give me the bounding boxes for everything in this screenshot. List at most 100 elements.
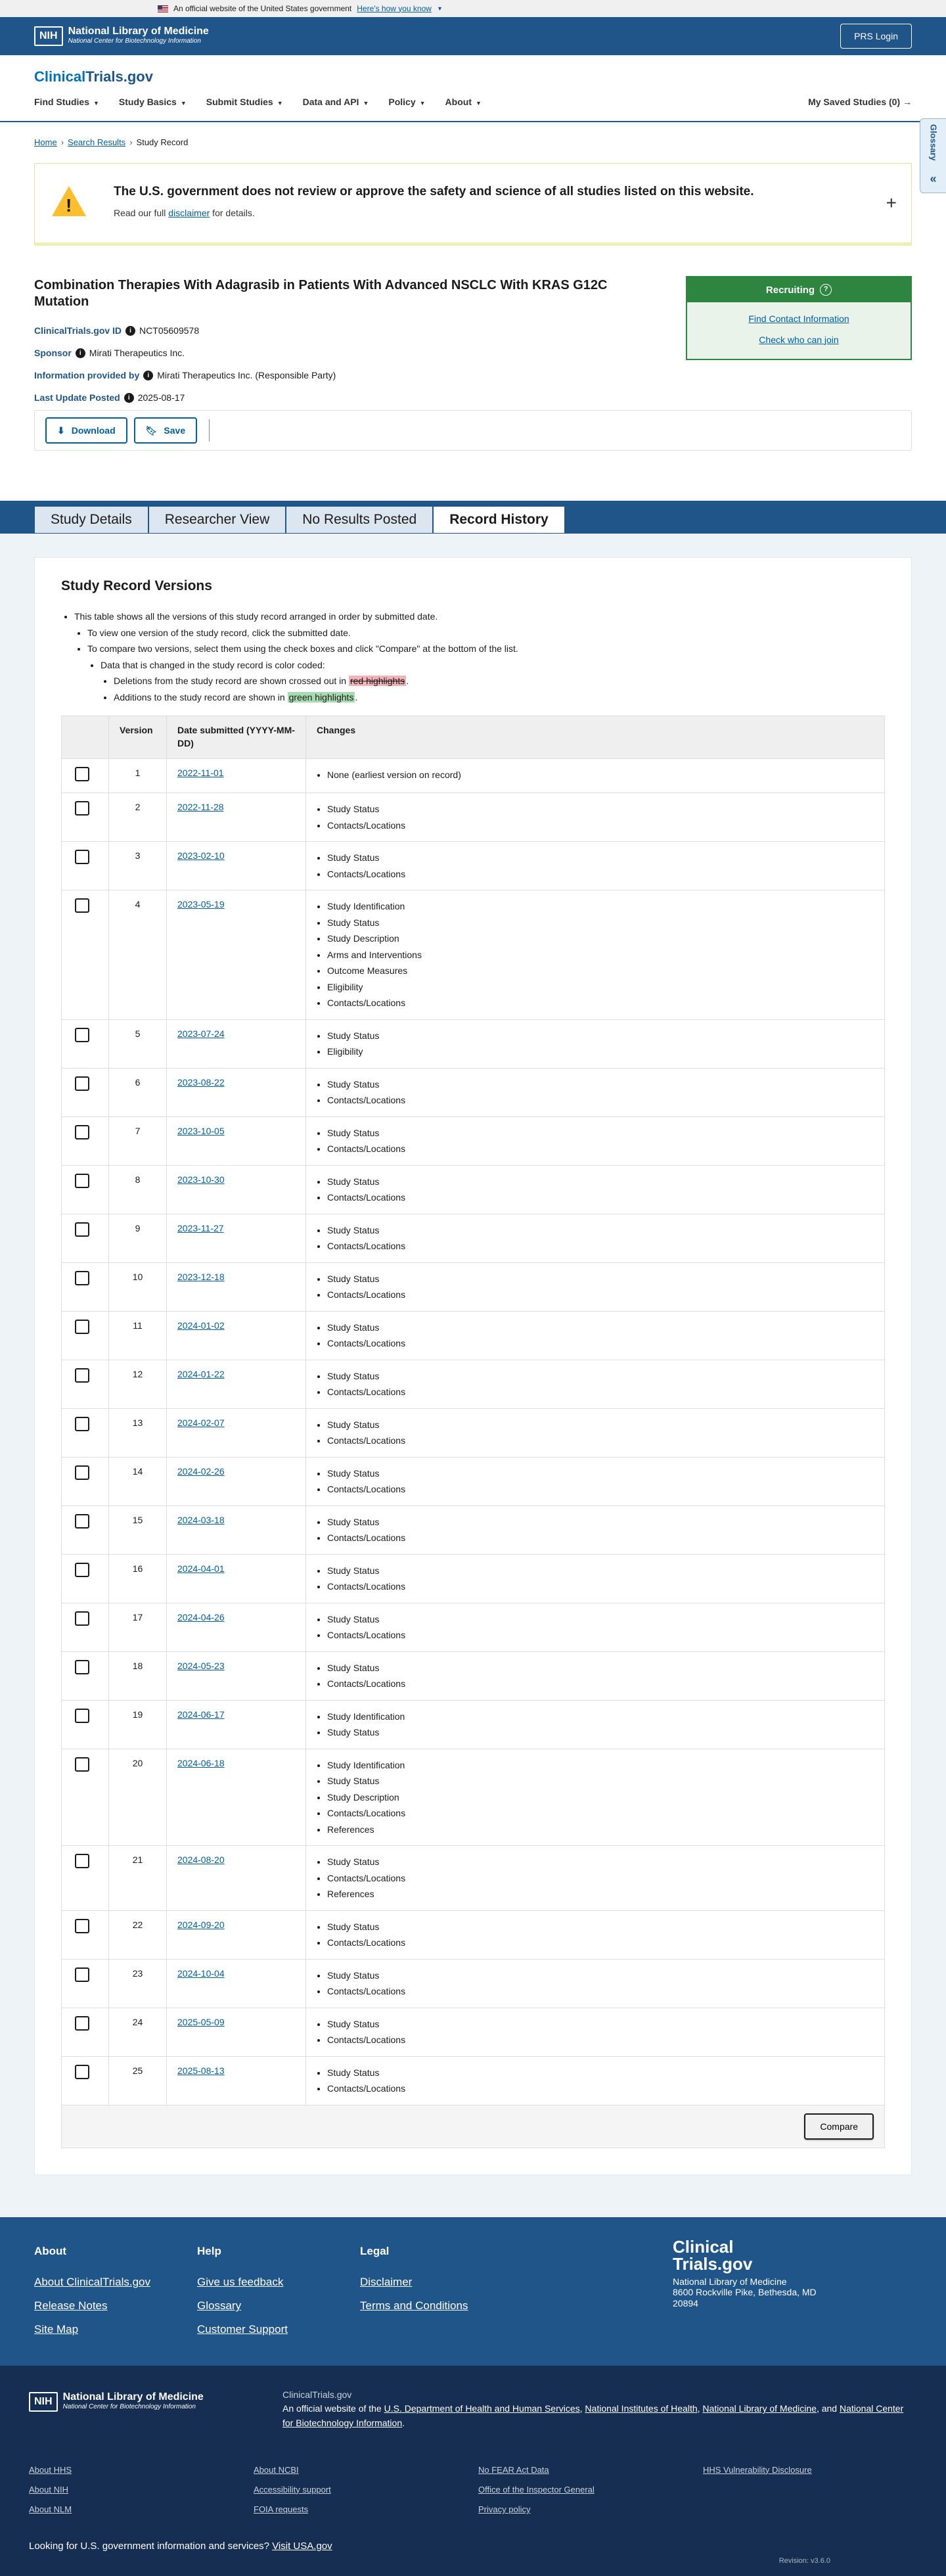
nlm-logo[interactable]: NIH National Library of Medicine Nationa… — [34, 26, 209, 47]
nav-item-about[interactable]: About ▼ — [445, 96, 482, 109]
version-checkbox[interactable] — [75, 1465, 89, 1480]
version-checkbox[interactable] — [75, 2015, 89, 2031]
version-date-link[interactable]: 2024-10-04 — [177, 1968, 225, 1979]
footer-bottom-link-about-ncbi[interactable]: About NCBI — [254, 2464, 478, 2476]
version-checkbox[interactable] — [75, 1854, 89, 1869]
version-date-link[interactable]: 2024-03-18 — [177, 1515, 225, 1525]
breadcrumb-search-results[interactable]: Search Results — [68, 137, 125, 147]
tab-researcher-view[interactable]: Researcher View — [148, 506, 286, 534]
version-date-link[interactable]: 2023-10-05 — [177, 1126, 225, 1136]
footer-bottom-link-foia-requests[interactable]: FOIA requests — [254, 2504, 478, 2516]
nav-item-policy[interactable]: Policy ▼ — [388, 96, 425, 109]
glossary-tab[interactable]: Glossary « — [920, 118, 946, 193]
version-checkbox[interactable] — [75, 1319, 89, 1334]
version-checkbox[interactable] — [75, 1611, 89, 1626]
footer-bottom-link-about-nih[interactable]: About NIH — [29, 2484, 254, 2496]
check-eligibility-link[interactable]: Check who can join — [687, 334, 911, 347]
version-date-link[interactable]: 2024-06-17 — [177, 1709, 225, 1720]
tab-no-results-posted[interactable]: No Results Posted — [286, 506, 434, 534]
version-checkbox[interactable] — [75, 1368, 89, 1383]
footer-link-site-map[interactable]: Site Map — [34, 2322, 150, 2337]
version-checkbox[interactable] — [75, 1270, 89, 1285]
version-date-link[interactable]: 2023-05-19 — [177, 899, 225, 909]
version-checkbox[interactable] — [75, 1513, 89, 1529]
version-date-link[interactable]: 2025-05-09 — [177, 2017, 225, 2027]
version-date-link[interactable]: 2023-02-10 — [177, 850, 225, 861]
version-date-link[interactable]: 2022-11-28 — [177, 802, 224, 812]
hhs-link[interactable]: U.S. Department of Health and Human Serv… — [384, 2403, 580, 2414]
tab-study-details[interactable]: Study Details — [34, 506, 148, 534]
footer-link-customer-support[interactable]: Customer Support — [197, 2322, 288, 2337]
version-date-link[interactable]: 2024-06-18 — [177, 1758, 225, 1768]
version-date-link[interactable]: 2023-11-27 — [177, 1223, 224, 1233]
version-date-link[interactable]: 2022-11-01 — [177, 768, 224, 778]
usa-gov-link[interactable]: Visit USA.gov — [272, 2541, 332, 2552]
version-date-link[interactable]: 2023-07-24 — [177, 1028, 225, 1039]
footer-link-terms-and-conditions[interactable]: Terms and Conditions — [360, 2298, 468, 2314]
footer-link-disclaimer[interactable]: Disclaimer — [360, 2274, 468, 2290]
version-checkbox[interactable] — [75, 1416, 89, 1431]
compare-button[interactable]: Compare — [804, 2113, 874, 2140]
version-date-link[interactable]: 2024-04-01 — [177, 1563, 225, 1574]
info-icon[interactable]: i — [124, 393, 134, 403]
footer-bottom-link-office-of-the-inspector-general[interactable]: Office of the Inspector General — [478, 2484, 703, 2496]
footer-bottom-link-privacy-policy[interactable]: Privacy policy — [478, 2504, 703, 2516]
nav-item-submit-studies[interactable]: Submit Studies ▼ — [206, 96, 283, 109]
version-checkbox[interactable] — [75, 1076, 89, 1091]
download-button[interactable]: ⬇ Download — [45, 417, 127, 444]
version-checkbox[interactable] — [75, 850, 89, 865]
version-checkbox[interactable] — [75, 1562, 89, 1577]
info-icon[interactable]: i — [125, 326, 136, 336]
version-date-link[interactable]: 2023-10-30 — [177, 1174, 225, 1185]
footer-bottom-link-no-fear-act-data[interactable]: No FEAR Act Data — [478, 2464, 703, 2476]
version-date-link[interactable]: 2024-09-20 — [177, 1920, 225, 1930]
version-checkbox[interactable] — [75, 1124, 89, 1139]
footer-link-release-notes[interactable]: Release Notes — [34, 2298, 150, 2314]
my-saved-studies-link[interactable]: My Saved Studies (0) → — [808, 96, 912, 109]
version-checkbox[interactable] — [75, 1173, 89, 1188]
nih-link[interactable]: National Institutes of Health — [585, 2403, 697, 2414]
clinicaltrials-logo[interactable]: ClinicalTrials.gov — [34, 67, 153, 87]
version-checkbox[interactable] — [75, 1918, 89, 1933]
version-date-link[interactable]: 2024-04-26 — [177, 1612, 225, 1622]
version-checkbox[interactable] — [75, 1967, 89, 1982]
version-date-link[interactable]: 2024-05-23 — [177, 1661, 225, 1671]
footer-bottom-link-accessibility-support[interactable]: Accessibility support — [254, 2484, 478, 2496]
footer-nlm-logo[interactable]: NIH National Library of Medicine Nationa… — [29, 2391, 204, 2412]
footer-link-give-us-feedback[interactable]: Give us feedback — [197, 2274, 288, 2290]
version-checkbox[interactable] — [75, 2064, 89, 2079]
nlm-link[interactable]: National Library of Medicine — [702, 2403, 817, 2414]
version-date-link[interactable]: 2023-08-22 — [177, 1077, 225, 1088]
nav-item-study-basics[interactable]: Study Basics ▼ — [119, 96, 187, 109]
version-checkbox[interactable] — [75, 1659, 89, 1674]
version-date-link[interactable]: 2024-08-20 — [177, 1854, 225, 1865]
breadcrumb-home[interactable]: Home — [34, 137, 57, 147]
version-date-link[interactable]: 2025-08-13 — [177, 2065, 225, 2076]
nav-item-find-studies[interactable]: Find Studies ▼ — [34, 96, 99, 109]
version-date-link[interactable]: 2024-01-02 — [177, 1320, 225, 1331]
expand-alert-icon[interactable]: + — [886, 190, 897, 216]
version-checkbox[interactable] — [75, 1027, 89, 1042]
version-checkbox[interactable] — [75, 1757, 89, 1772]
footer-bottom-link-about-hhs[interactable]: About HHS — [29, 2464, 254, 2476]
version-checkbox[interactable] — [75, 766, 89, 781]
version-date-link[interactable]: 2024-02-26 — [177, 1466, 225, 1477]
tab-record-history[interactable]: Record History — [433, 506, 565, 534]
footer-bottom-link-hhs-vulnerability-disclosure[interactable]: HHS Vulnerability Disclosure — [703, 2464, 928, 2476]
disclaimer-link[interactable]: disclaimer — [168, 208, 210, 218]
nav-item-data-and-api[interactable]: Data and API ▼ — [303, 96, 369, 109]
info-icon[interactable]: i — [143, 371, 154, 381]
version-date-link[interactable]: 2024-02-07 — [177, 1417, 225, 1428]
heres-how-you-know-link[interactable]: Here's how you know — [357, 3, 432, 14]
footer-link-glossary[interactable]: Glossary — [197, 2298, 288, 2314]
prs-login-button[interactable]: PRS Login — [840, 24, 912, 49]
version-date-link[interactable]: 2024-01-22 — [177, 1369, 225, 1379]
info-icon[interactable]: i — [75, 348, 85, 359]
save-button[interactable]: 🔖︎ Save — [133, 417, 198, 444]
footer-link-about-clinicaltrials-gov[interactable]: About ClinicalTrials.gov — [34, 2274, 150, 2290]
version-checkbox[interactable] — [75, 801, 89, 816]
version-checkbox[interactable] — [75, 1708, 89, 1723]
version-checkbox[interactable] — [75, 898, 89, 913]
version-checkbox[interactable] — [75, 1222, 89, 1237]
version-date-link[interactable]: 2023-12-18 — [177, 1272, 225, 1282]
